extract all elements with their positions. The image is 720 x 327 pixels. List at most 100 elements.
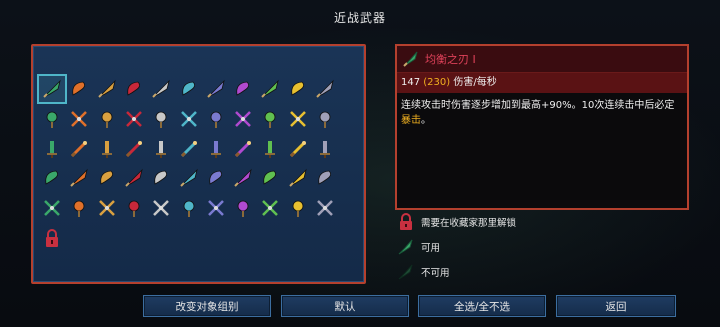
detail-header: 均衡之刃 I (397, 46, 687, 73)
weapon-slot[interactable] (230, 106, 256, 132)
weapon-slot[interactable] (285, 165, 311, 191)
weapon-slot[interactable] (66, 195, 92, 221)
weapon-slot[interactable] (203, 195, 229, 221)
weapon-slot[interactable] (285, 76, 311, 102)
weapon-slot[interactable] (257, 136, 283, 162)
ring-blade-icon (317, 200, 333, 217)
weapon-slot[interactable] (121, 165, 147, 191)
leaf-blade-icon (403, 51, 418, 67)
spear-icon (126, 110, 142, 127)
blue-hammer-icon (153, 200, 170, 217)
weapon-slot[interactable] (176, 165, 202, 191)
weapon-slot[interactable] (203, 165, 229, 191)
desc-text: 连续攻击时伤害逐步增加到最高+90%。10次连续击中后必定 (401, 100, 675, 111)
fire-whip-icon (180, 110, 197, 127)
weapon-slot[interactable] (121, 106, 147, 132)
weapon-slot[interactable] (230, 136, 256, 162)
weapon-slot[interactable] (94, 165, 120, 191)
weapon-slot[interactable] (176, 76, 202, 102)
weapon-slot[interactable] (285, 195, 311, 221)
weapon-slot[interactable] (312, 136, 338, 162)
weapon-slot[interactable] (312, 165, 338, 191)
weapon-slot[interactable] (37, 74, 67, 104)
weapon-slot[interactable] (230, 195, 256, 221)
purple-rapier-icon (71, 110, 88, 127)
tombstone-icon (209, 170, 222, 185)
default-button[interactable]: 默认 (281, 295, 409, 317)
green-cleaver-icon (261, 79, 280, 98)
scroll-icon (320, 140, 330, 158)
weapon-slot[interactable] (39, 136, 65, 162)
weapon-slot[interactable] (94, 136, 120, 162)
weapon-slot[interactable] (176, 195, 202, 221)
weapon-slot[interactable] (230, 165, 256, 191)
green-dagger-icon (155, 111, 167, 128)
weapon-slot[interactable] (285, 106, 311, 132)
weapon-slot[interactable] (203, 76, 229, 102)
weapon-slot[interactable] (121, 136, 147, 162)
padlock-icon (400, 213, 412, 230)
bronze-dagger-icon (99, 170, 113, 185)
serpent-blade-icon (46, 111, 58, 128)
weapon-slot[interactable] (285, 136, 311, 162)
change-group-button[interactable]: 改变对象组别 (143, 295, 271, 317)
weapon-slot[interactable] (176, 106, 202, 132)
weapon-detail-panel: 均衡之刃 I 147 (230) 伤害/每秒 连续攻击时伤害逐步增加到最高+90… (395, 44, 689, 210)
flame-dagger-icon (72, 81, 86, 96)
spiked-ball-icon (207, 200, 224, 217)
weapon-slot[interactable] (66, 76, 92, 102)
weapon-slot[interactable] (312, 195, 338, 221)
pickaxe-icon (292, 200, 304, 218)
back-button[interactable]: 返回 (556, 295, 676, 317)
weapon-slot[interactable] (121, 76, 147, 102)
crossed-swords-icon (316, 79, 334, 98)
crescent-sword-icon (183, 200, 194, 218)
orange-axe-icon (289, 110, 306, 127)
weapon-slot[interactable] (257, 195, 283, 221)
twin-swords-icon (152, 79, 170, 98)
shovel-icon (207, 79, 225, 98)
weapon-grid-panel (31, 44, 366, 284)
weapon-slot[interactable] (312, 76, 338, 102)
weapon-slot[interactable] (66, 106, 92, 132)
flame-fist-icon (156, 140, 167, 158)
weapon-slot[interactable] (176, 136, 202, 162)
red-boot-icon (264, 111, 276, 128)
weapon-slot[interactable] (94, 106, 120, 132)
weapon-slot[interactable] (148, 76, 174, 102)
lantern-icon (154, 170, 168, 185)
weapon-slot[interactable] (94, 195, 120, 221)
weapon-slot[interactable] (121, 195, 147, 221)
trident-icon (98, 200, 115, 217)
weapon-slot[interactable] (94, 76, 120, 102)
select-all-button[interactable]: 全选/全不选 (418, 295, 546, 317)
legend-available: 可用 (397, 238, 440, 256)
hook-blade-icon (265, 140, 276, 158)
dps-alt: (230) (423, 77, 451, 88)
weapon-slot[interactable] (66, 165, 92, 191)
blue-saber-icon (101, 111, 112, 128)
weapon-slot[interactable] (203, 106, 229, 132)
weapon-slot[interactable] (257, 106, 283, 132)
legend-unavailable-label: 不可用 (421, 268, 450, 279)
weapon-slot[interactable] (148, 136, 174, 162)
weapon-slot[interactable] (203, 136, 229, 162)
weapon-slot[interactable] (148, 195, 174, 221)
desc-highlight: 暴击 (401, 115, 421, 126)
legend-unavailable: 不可用 (397, 263, 450, 281)
weapon-slot[interactable] (148, 165, 174, 191)
weapon-slot[interactable] (148, 106, 174, 132)
weapon-slot[interactable] (66, 136, 92, 162)
weapon-slot[interactable] (39, 165, 65, 191)
legend-available-label: 可用 (421, 243, 441, 254)
leaf-blade-icon (398, 239, 413, 255)
weapon-slot[interactable] (257, 76, 283, 102)
weapon-slot[interactable] (39, 225, 65, 251)
weapon-slot[interactable] (230, 76, 256, 102)
frost-sword-icon (318, 170, 331, 185)
weapon-slot[interactable] (39, 195, 65, 221)
weapon-slot[interactable] (39, 106, 65, 132)
ice-spear-icon (181, 81, 195, 96)
weapon-slot[interactable] (257, 165, 283, 191)
weapon-slot[interactable] (312, 106, 338, 132)
